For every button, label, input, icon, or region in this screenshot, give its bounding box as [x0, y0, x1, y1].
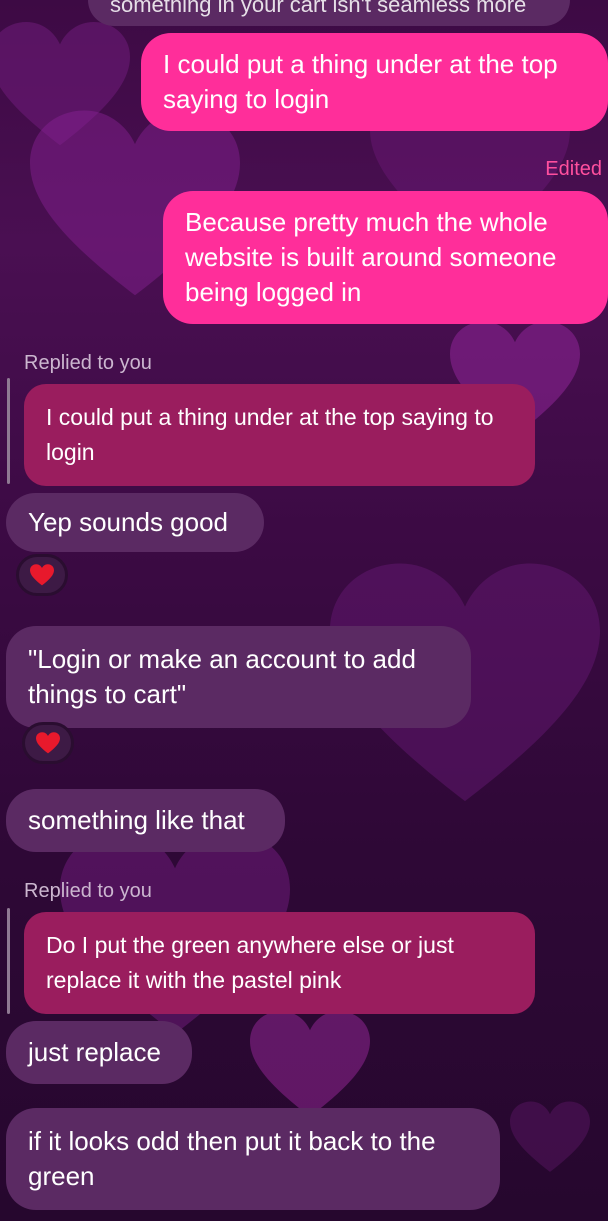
message-text: I could put a thing under at the top say…	[163, 49, 558, 114]
message-bubble-incoming[interactable]: if it looks odd then put it back to the …	[6, 1108, 500, 1210]
heart-reaction[interactable]	[16, 554, 68, 596]
replied-to-you-label: Replied to you	[24, 880, 152, 902]
heart-reaction[interactable]	[22, 722, 74, 764]
message-bubble-incoming[interactable]: "Login or make an account to add things …	[6, 626, 471, 728]
reply-quote-bar	[7, 378, 10, 484]
quoted-message[interactable]: I could put a thing under at the top say…	[24, 384, 535, 486]
message-bubble-incoming[interactable]: something like that	[6, 789, 285, 852]
message-text: just replace	[28, 1037, 161, 1067]
heart-icon	[30, 564, 54, 586]
message-bubble-incoming[interactable]: just replace	[6, 1021, 192, 1084]
replied-to-you-label: Replied to you	[24, 352, 152, 374]
message-text: something in your cart isn't seamless mo…	[110, 0, 527, 17]
heart-icon	[36, 732, 60, 754]
message-text: Yep sounds good	[28, 507, 229, 537]
message-bubble-incoming-cut-off[interactable]: something in your cart isn't seamless mo…	[88, 0, 570, 26]
message-text: "Login or make an account to add things …	[28, 644, 416, 709]
quoted-message[interactable]: Do I put the green anywhere else or just…	[24, 912, 535, 1014]
reply-quote-bar	[7, 908, 10, 1014]
message-bubble-outgoing[interactable]: Because pretty much the whole website is…	[163, 191, 608, 324]
message-text: Because pretty much the whole website is…	[185, 207, 557, 307]
message-thread[interactable]: something in your cart isn't seamless mo…	[0, 0, 608, 1221]
edited-label: Edited	[545, 158, 602, 180]
message-text: something like that	[28, 805, 245, 835]
message-text: I could put a thing under at the top say…	[46, 404, 494, 465]
message-bubble-incoming[interactable]: Yep sounds good	[6, 493, 264, 552]
message-text: if it looks odd then put it back to the …	[28, 1126, 436, 1191]
message-bubble-outgoing[interactable]: I could put a thing under at the top say…	[141, 33, 608, 131]
message-text: Do I put the green anywhere else or just…	[46, 932, 454, 993]
